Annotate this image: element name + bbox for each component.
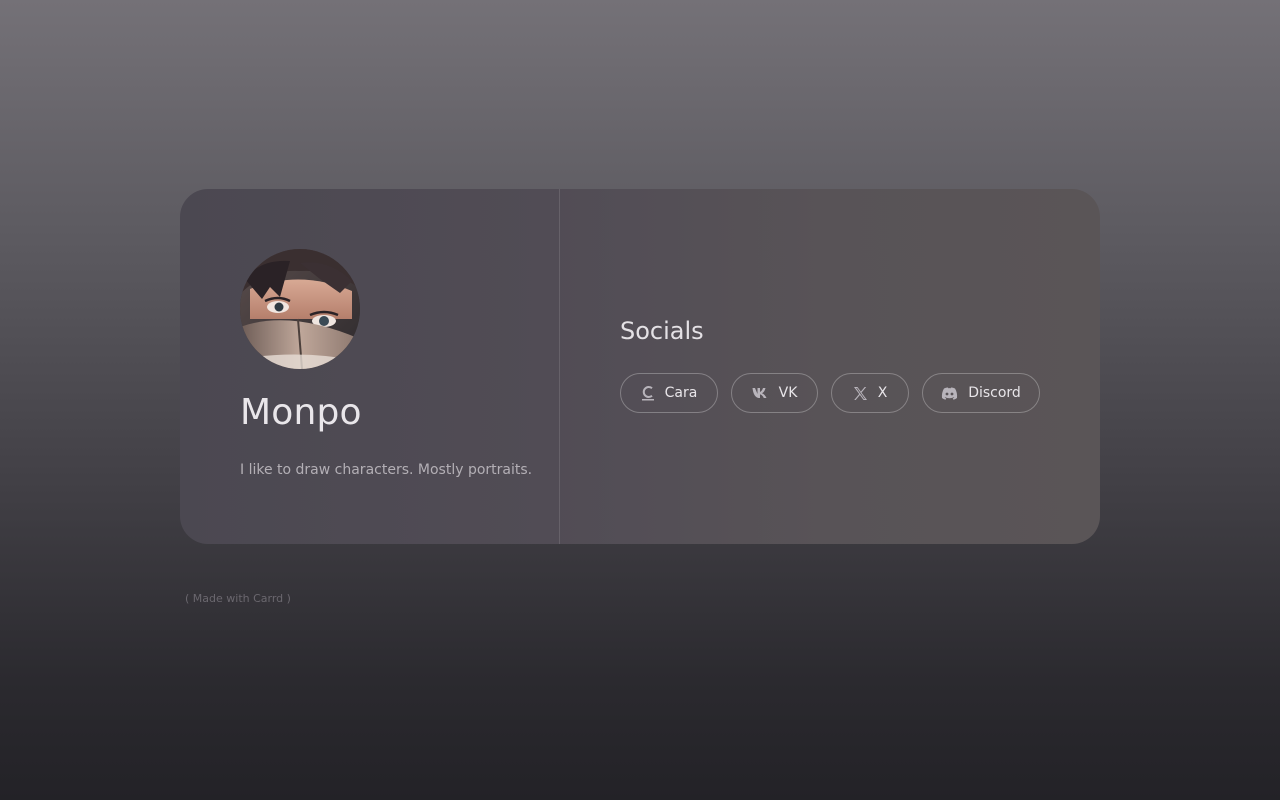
profile-pane: Monpo I like to draw characters. Mostly … [180, 189, 560, 544]
vk-button[interactable]: VK [731, 373, 818, 413]
avatar-portrait-image [240, 249, 360, 369]
profile-bio: I like to draw characters. Mostly portra… [240, 462, 533, 478]
socials-title: Socials [620, 317, 704, 345]
social-buttons: Cara VK X Discord [620, 373, 1040, 413]
socials-pane: Socials Cara VK X Discord [560, 189, 1100, 544]
cara-button-label: Cara [664, 385, 698, 401]
x-button-label: X [877, 385, 888, 401]
discord-button-label: Discord [968, 385, 1021, 401]
discord-icon [941, 384, 958, 402]
profile-name: Monpo [240, 392, 362, 433]
x-button[interactable]: X [831, 373, 909, 413]
profile-card: Monpo I like to draw characters. Mostly … [180, 189, 1100, 544]
cara-icon [641, 384, 655, 402]
avatar [240, 249, 360, 369]
discord-button[interactable]: Discord [922, 373, 1040, 413]
made-with-carrd-link[interactable]: ( Made with Carrd ) [185, 592, 291, 605]
x-icon [853, 384, 868, 402]
vk-button-label: VK [778, 385, 798, 401]
cara-button[interactable]: Cara [620, 373, 718, 413]
vk-icon [752, 384, 769, 402]
